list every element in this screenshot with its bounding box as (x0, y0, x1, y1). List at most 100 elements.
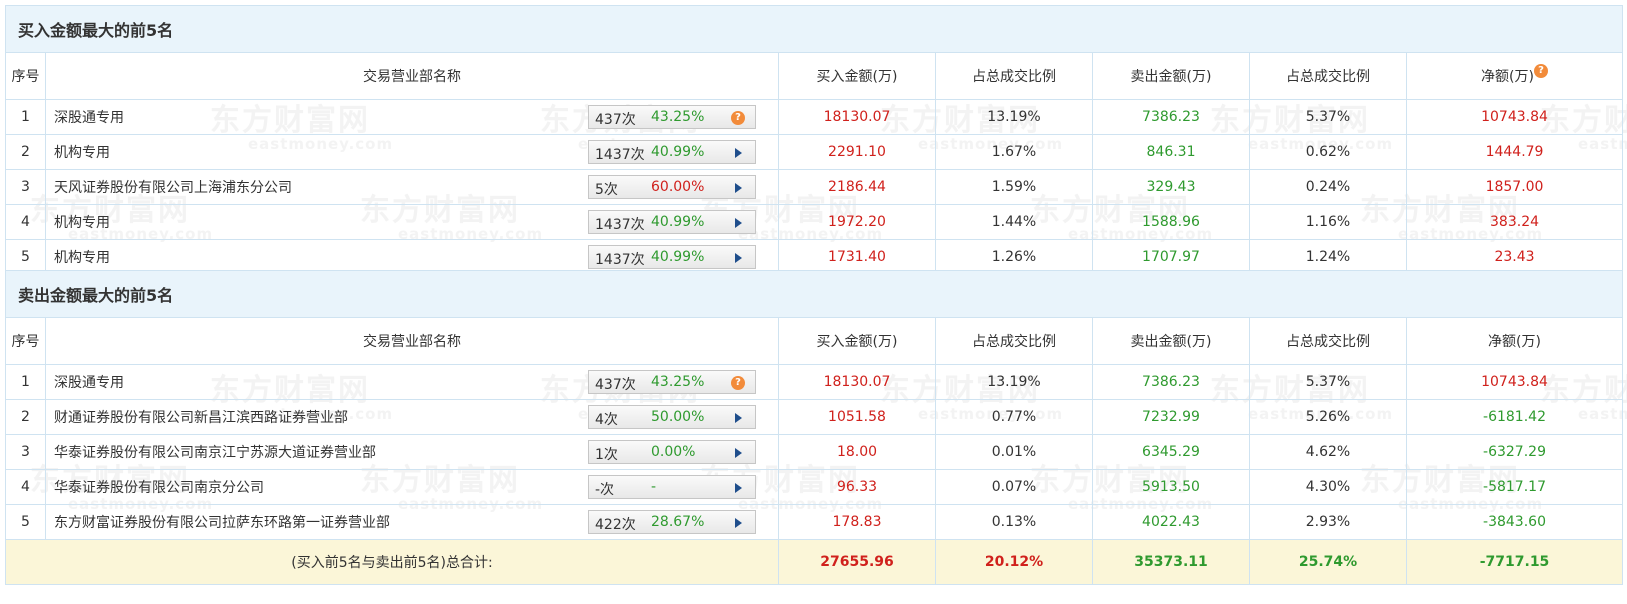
win-rate: 28.67% (651, 514, 705, 530)
total-buy: 27655.96 (778, 539, 936, 585)
sell-amount: 7386.23 (1092, 99, 1250, 135)
win-rate: 43.25% (651, 109, 705, 125)
trade-count: -次 (595, 482, 615, 498)
arrow-right-icon[interactable] (731, 516, 745, 530)
col-name-header: 交易营业部名称 (45, 317, 779, 365)
col-index-header: 序号 (5, 317, 46, 365)
arrow-right-icon[interactable] (731, 411, 745, 425)
broker-stats-box[interactable]: 5次 60.00% (588, 175, 756, 199)
total-sell-ratio: 25.74% (1249, 539, 1407, 585)
trade-count: 1437次 (595, 147, 645, 163)
trade-count: 437次 (595, 377, 636, 393)
col-sell-ratio-header: 占总成交比例 (1249, 317, 1407, 365)
win-rate: 40.99% (651, 249, 705, 265)
buy-amount: 18.00 (778, 434, 936, 470)
broker-name[interactable]: 华泰证券股份有限公司南京江宁苏源大道证券营业部 (54, 442, 376, 462)
buy-ratio: 0.01% (935, 434, 1093, 470)
total-sell: 35373.11 (1092, 539, 1250, 585)
broker-stats-box[interactable]: 1次 0.00% (588, 440, 756, 464)
table-row: 5 东方财富证券股份有限公司拉萨东环路第一证券营业部 422次 28.67% 178.8… (5, 504, 1624, 540)
row-index: 3 (5, 434, 46, 470)
broker-name[interactable]: 财通证券股份有限公司新昌江滨西路证券营业部 (54, 407, 348, 427)
trade-count: 1437次 (595, 217, 645, 233)
broker-stats-box[interactable]: 437次 43.25%? (588, 370, 756, 394)
broker-name[interactable]: 天风证券股份有限公司上海浦东分公司 (54, 177, 292, 197)
buy-ratio: 0.07% (935, 469, 1093, 505)
net-amount: 383.24 (1405, 204, 1624, 240)
row-index: 2 (5, 134, 46, 170)
broker-stats-box[interactable]: 4次 50.00% (588, 405, 756, 429)
net-amount: 1857.00 (1405, 169, 1624, 205)
arrow-right-icon[interactable] (731, 481, 745, 495)
buy-ratio: 0.13% (935, 504, 1093, 540)
broker-cell: 华泰证券股份有限公司南京分公司 -次 - (45, 469, 779, 505)
broker-cell: 东方财富证券股份有限公司拉萨东环路第一证券营业部 422次 28.67% (45, 504, 779, 540)
sell-ratio: 5.37% (1249, 364, 1407, 400)
sell-section-title: 卖出金额最大的前5名 (4, 270, 1624, 318)
net-amount: -6181.42 (1405, 399, 1624, 435)
table-header: 序号 交易营业部名称 买入金额(万) 占总成交比例 卖出金额(万) 占总成交比例… (5, 317, 1624, 365)
question-icon[interactable]: ? (1533, 64, 1548, 78)
buy-ratio: 0.77% (935, 399, 1093, 435)
buy-amount: 1051.58 (778, 399, 936, 435)
arrow-right-icon[interactable] (731, 181, 745, 195)
buy-amount: 18130.07 (778, 364, 936, 400)
buy-amount: 2186.44 (778, 169, 936, 205)
trade-count: 4次 (595, 412, 618, 428)
trade-count: 422次 (595, 517, 636, 533)
arrow-right-icon[interactable] (731, 216, 745, 230)
broker-cell: 华泰证券股份有限公司南京江宁苏源大道证券营业部 1次 0.00% (45, 434, 779, 470)
col-name-header: 交易营业部名称 (45, 52, 779, 100)
broker-cell: 机构专用 1437次 40.99% (45, 134, 779, 170)
col-net-label: 净额(万) (1481, 69, 1534, 85)
buy-amount: 96.33 (778, 469, 936, 505)
broker-name[interactable]: 深股通专用 (54, 372, 124, 392)
buy-amount: 2291.10 (778, 134, 936, 170)
net-amount: -6327.29 (1405, 434, 1624, 470)
table-row: 1 深股通专用 437次 43.25%? 18130.07 13.19% 7386.23 5.… (5, 364, 1624, 400)
buy-ratio: 13.19% (935, 364, 1093, 400)
win-rate: 0.00% (651, 444, 696, 460)
row-index: 3 (5, 169, 46, 205)
broker-name[interactable]: 深股通专用 (54, 107, 124, 127)
arrow-right-icon[interactable] (731, 446, 745, 460)
broker-stats-box[interactable]: 1437次 40.99% (588, 245, 756, 269)
broker-cell: 天风证券股份有限公司上海浦东分公司 5次 60.00% (45, 169, 779, 205)
win-rate: 60.00% (651, 179, 705, 195)
col-net-header: 净额(万)? (1405, 52, 1624, 100)
arrow-right-icon[interactable] (731, 146, 745, 160)
question-icon[interactable]: ? (731, 111, 745, 125)
broker-stats-box[interactable]: 1437次 40.99% (588, 140, 756, 164)
sell-top5-table: 卖出金额最大的前5名 序号 交易营业部名称 买入金额(万) 占总成交比例 卖出金… (4, 270, 1624, 585)
broker-name[interactable]: 东方财富证券股份有限公司拉萨东环路第一证券营业部 (54, 512, 390, 532)
broker-cell: 机构专用 1437次 40.99% (45, 204, 779, 240)
broker-name[interactable]: 机构专用 (54, 247, 110, 267)
row-index: 4 (5, 469, 46, 505)
col-sell-header: 卖出金额(万) (1092, 317, 1250, 365)
sell-amount: 7232.99 (1092, 399, 1250, 435)
row-index: 5 (5, 504, 46, 540)
buy-amount: 178.83 (778, 504, 936, 540)
row-index: 1 (5, 99, 46, 135)
arrow-right-icon[interactable] (731, 251, 745, 265)
broker-name[interactable]: 华泰证券股份有限公司南京分公司 (54, 477, 264, 497)
sell-ratio: 4.62% (1249, 434, 1407, 470)
buy-ratio: 1.67% (935, 134, 1093, 170)
broker-name[interactable]: 机构专用 (54, 142, 110, 162)
broker-stats-box[interactable]: 437次 43.25%? (588, 105, 756, 129)
sell-ratio: 2.93% (1249, 504, 1407, 540)
broker-stats-box[interactable]: 1437次 40.99% (588, 210, 756, 234)
sell-ratio: 5.37% (1249, 99, 1407, 135)
buy-ratio: 1.44% (935, 204, 1093, 240)
broker-stats-box[interactable]: 422次 28.67% (588, 510, 756, 534)
trade-count: 5次 (595, 182, 618, 198)
sell-amount: 6345.29 (1092, 434, 1250, 470)
buy-top5-table: 买入金额最大的前5名 序号 交易营业部名称 买入金额(万) 占总成交比例 卖出金… (4, 5, 1624, 275)
table-row: 2 财通证券股份有限公司新昌江滨西路证券营业部 4次 50.00% 1051.58 0.7… (5, 399, 1624, 435)
total-label: (买入前5名与卖出前5名)总合计: (5, 539, 779, 585)
col-buy-header: 买入金额(万) (778, 317, 936, 365)
broker-name[interactable]: 机构专用 (54, 212, 110, 232)
question-icon[interactable]: ? (731, 376, 745, 390)
sell-amount: 7386.23 (1092, 364, 1250, 400)
broker-stats-box[interactable]: -次 - (588, 475, 756, 499)
